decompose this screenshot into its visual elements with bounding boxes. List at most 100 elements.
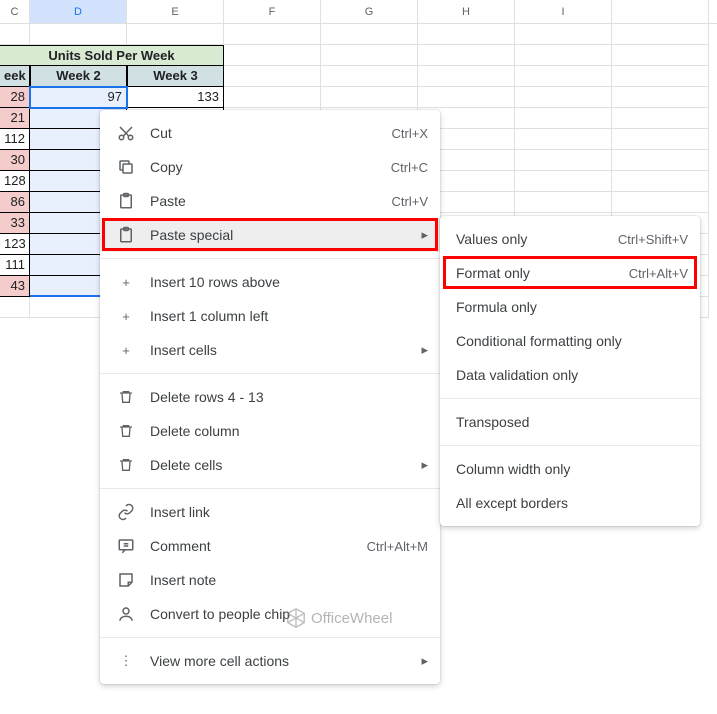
menu-comment[interactable]: Comment Ctrl+Alt+M xyxy=(100,529,440,563)
menu-label: Delete rows 4 - 13 xyxy=(150,389,428,405)
cell[interactable] xyxy=(515,192,612,213)
cell[interactable] xyxy=(418,66,515,87)
cell[interactable] xyxy=(515,66,612,87)
cut-icon xyxy=(116,123,136,143)
submenu-format-only[interactable]: Format only Ctrl+Alt+V xyxy=(440,256,700,290)
menu-insert-note[interactable]: Insert note xyxy=(100,563,440,597)
cell[interactable] xyxy=(515,171,612,192)
col-header-c[interactable]: C xyxy=(0,0,30,23)
cell[interactable] xyxy=(612,192,709,213)
data-cell[interactable]: 21 xyxy=(0,108,30,129)
cell[interactable] xyxy=(515,45,612,66)
data-cell[interactable]: 30 xyxy=(0,150,30,171)
data-cell[interactable]: 86 xyxy=(0,192,30,213)
data-cell[interactable]: 123 xyxy=(0,234,30,255)
cell[interactable] xyxy=(612,66,709,87)
data-cell[interactable]: 128 xyxy=(0,171,30,192)
menu-shortcut: Ctrl+Alt+V xyxy=(629,266,688,281)
cell[interactable] xyxy=(612,24,709,45)
title-cell[interactable]: Units Sold Per Week xyxy=(0,45,224,66)
menu-insert-rows[interactable]: + Insert 10 rows above xyxy=(100,265,440,299)
col-header-g[interactable]: G xyxy=(321,0,418,23)
cell[interactable] xyxy=(515,150,612,171)
col-header-h[interactable]: H xyxy=(418,0,515,23)
menu-insert-column[interactable]: + Insert 1 column left xyxy=(100,299,440,333)
menu-copy[interactable]: Copy Ctrl+C xyxy=(100,150,440,184)
trash-icon xyxy=(116,455,136,475)
week-header-3[interactable]: Week 3 xyxy=(127,66,224,87)
cell[interactable] xyxy=(612,45,709,66)
data-cell-active[interactable]: 97 xyxy=(30,87,127,108)
cell[interactable] xyxy=(0,297,30,318)
col-header-d[interactable]: D xyxy=(30,0,127,23)
data-cell[interactable]: 111 xyxy=(0,255,30,276)
cell[interactable] xyxy=(321,87,418,108)
menu-more-actions[interactable]: ⋮ View more cell actions ▸ xyxy=(100,644,440,678)
cell[interactable] xyxy=(224,66,321,87)
data-cell[interactable]: 133 xyxy=(127,87,224,108)
chevron-right-icon: ▸ xyxy=(421,457,428,473)
cell[interactable] xyxy=(321,24,418,45)
data-cell[interactable]: 112 xyxy=(0,129,30,150)
cell[interactable] xyxy=(612,171,709,192)
cell[interactable] xyxy=(612,150,709,171)
menu-label: Paste special xyxy=(150,227,413,243)
data-cell[interactable]: 28 xyxy=(0,87,30,108)
cell[interactable] xyxy=(321,66,418,87)
cell[interactable] xyxy=(612,108,709,129)
column-headers-row: C D E F G H I xyxy=(0,0,717,24)
cell[interactable] xyxy=(321,45,418,66)
data-cell[interactable]: 43 xyxy=(0,276,30,297)
cell[interactable] xyxy=(224,45,321,66)
menu-divider xyxy=(440,445,700,446)
cell[interactable] xyxy=(418,87,515,108)
menu-label: All except borders xyxy=(456,495,688,511)
menu-divider xyxy=(100,637,440,638)
cell[interactable] xyxy=(515,129,612,150)
submenu-formula-only[interactable]: Formula only xyxy=(440,290,700,324)
menu-insert-link[interactable]: Insert link xyxy=(100,495,440,529)
chevron-right-icon: ▸ xyxy=(421,653,428,669)
chevron-right-icon: ▸ xyxy=(421,227,428,243)
menu-delete-column[interactable]: Delete column xyxy=(100,414,440,448)
data-cell[interactable]: 33 xyxy=(0,213,30,234)
cell[interactable] xyxy=(30,24,127,45)
cell[interactable] xyxy=(224,87,321,108)
plus-icon: + xyxy=(116,340,136,360)
cell[interactable] xyxy=(515,108,612,129)
submenu-transposed[interactable]: Transposed xyxy=(440,405,700,439)
cell[interactable] xyxy=(418,45,515,66)
menu-label: Paste xyxy=(150,193,392,209)
col-header-i[interactable]: I xyxy=(515,0,612,23)
week-header-1[interactable]: eek 1 xyxy=(0,66,30,87)
menu-label: Copy xyxy=(150,159,391,175)
col-header-f[interactable]: F xyxy=(224,0,321,23)
menu-cut[interactable]: Cut Ctrl+X xyxy=(100,116,440,150)
menu-insert-cells[interactable]: + Insert cells ▸ xyxy=(100,333,440,367)
cell[interactable] xyxy=(515,87,612,108)
cell[interactable] xyxy=(612,87,709,108)
cell[interactable] xyxy=(418,24,515,45)
plus-icon: + xyxy=(116,272,136,292)
menu-label: Data validation only xyxy=(456,367,688,383)
cell[interactable] xyxy=(515,24,612,45)
submenu-data-validation[interactable]: Data validation only xyxy=(440,358,700,392)
submenu-except-borders[interactable]: All except borders xyxy=(440,486,700,520)
submenu-cond-format[interactable]: Conditional formatting only xyxy=(440,324,700,358)
cell[interactable] xyxy=(612,129,709,150)
menu-label: Values only xyxy=(456,231,618,247)
menu-delete-cells[interactable]: Delete cells ▸ xyxy=(100,448,440,482)
cell[interactable] xyxy=(0,24,30,45)
submenu-values-only[interactable]: Values only Ctrl+Shift+V xyxy=(440,222,700,256)
col-header-j[interactable] xyxy=(612,0,709,23)
paste-special-icon xyxy=(116,225,136,245)
menu-paste-special[interactable]: Paste special ▸ xyxy=(100,218,440,252)
submenu-column-width[interactable]: Column width only xyxy=(440,452,700,486)
week-header-2[interactable]: Week 2 xyxy=(30,66,127,87)
cell[interactable] xyxy=(127,24,224,45)
col-header-e[interactable]: E xyxy=(127,0,224,23)
cell[interactable] xyxy=(224,24,321,45)
menu-paste[interactable]: Paste Ctrl+V xyxy=(100,184,440,218)
menu-label: Transposed xyxy=(456,414,688,430)
menu-delete-rows[interactable]: Delete rows 4 - 13 xyxy=(100,380,440,414)
